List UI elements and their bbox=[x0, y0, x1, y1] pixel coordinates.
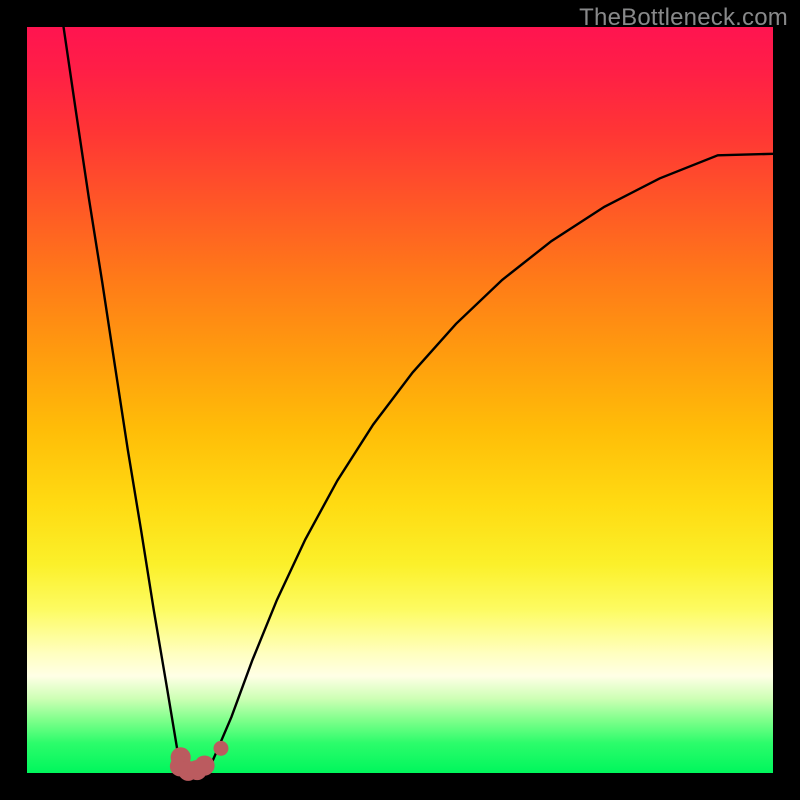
trough-markers bbox=[170, 741, 229, 781]
watermark-text: TheBottleneck.com bbox=[579, 4, 788, 32]
curve-layer bbox=[27, 27, 773, 773]
chart-frame: TheBottleneck.com bbox=[0, 0, 800, 800]
trough-marker bbox=[214, 741, 229, 756]
trough-marker bbox=[194, 755, 214, 775]
bottleneck-curve bbox=[64, 27, 773, 772]
